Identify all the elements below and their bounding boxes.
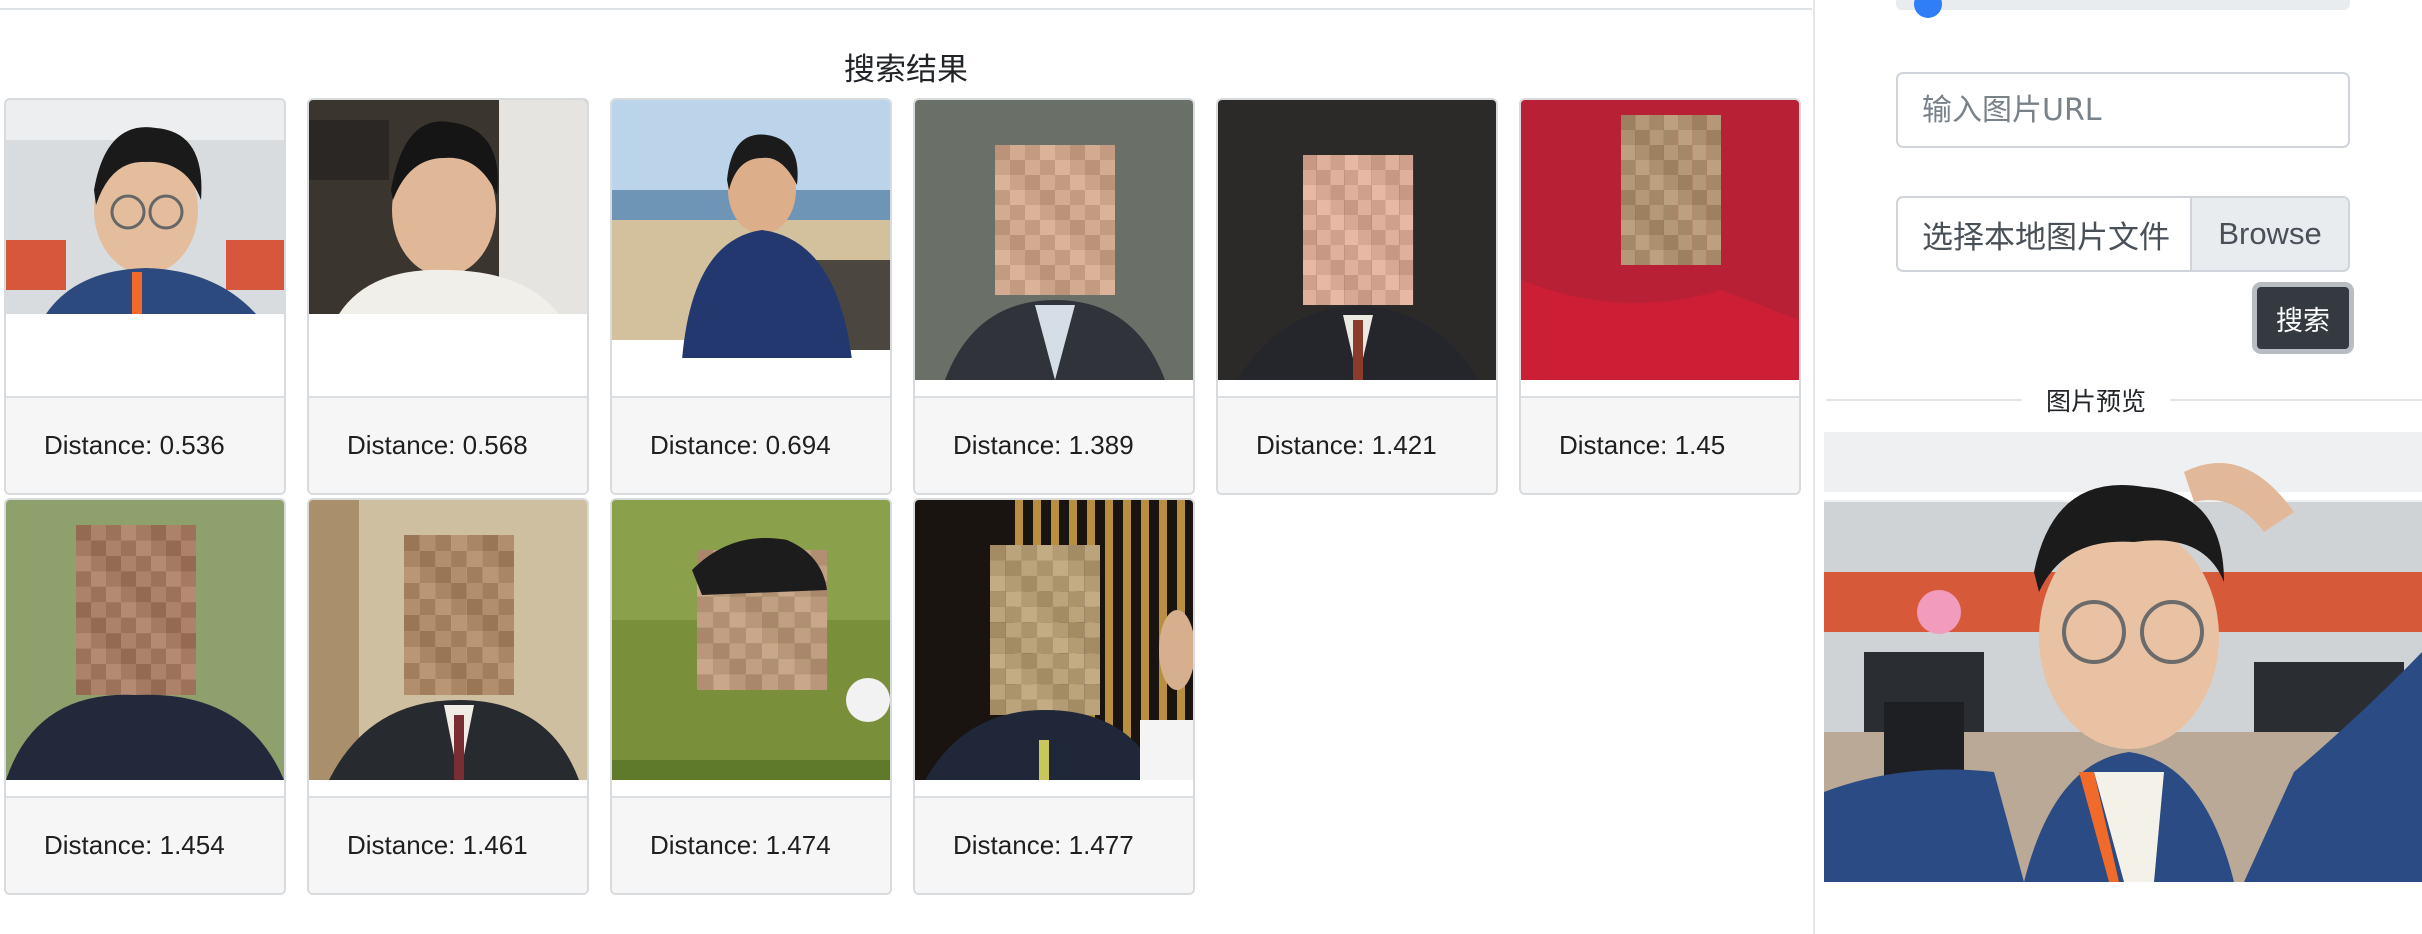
- file-picker-label[interactable]: 选择本地图片文件: [1898, 198, 2190, 270]
- result-card[interactable]: Distance: 1.454: [4, 498, 286, 895]
- preview-image: [1824, 432, 2422, 882]
- result-card[interactable]: Distance: 1.474: [610, 498, 892, 895]
- threshold-slider[interactable]: [1896, 0, 2350, 10]
- image-url-input[interactable]: [1896, 72, 2350, 148]
- file-picker[interactable]: 选择本地图片文件 Browse: [1896, 196, 2350, 272]
- result-card[interactable]: Distance: 1.461: [307, 498, 589, 895]
- result-photo: [6, 100, 284, 400]
- distance-label: Distance: 1.474: [612, 796, 890, 893]
- result-photo: [612, 500, 890, 800]
- result-photo: [309, 500, 587, 800]
- distance-label: Distance: 1.389: [915, 396, 1193, 493]
- distance-label: Distance: 1.454: [6, 796, 284, 893]
- result-photo: [915, 500, 1193, 800]
- result-card[interactable]: Distance: 1.45: [1519, 98, 1801, 495]
- distance-label: Distance: 0.568: [309, 396, 587, 493]
- distance-label: Distance: 0.536: [6, 396, 284, 493]
- top-divider: [0, 8, 1812, 10]
- result-photo: [309, 100, 587, 400]
- result-card[interactable]: Distance: 0.694: [610, 98, 892, 495]
- result-card[interactable]: Distance: 1.389: [913, 98, 1195, 495]
- result-photo: [915, 100, 1193, 400]
- distance-label: Distance: 0.694: [612, 396, 890, 493]
- panel-divider: [1813, 0, 1815, 934]
- result-photo: [6, 500, 284, 800]
- result-card[interactable]: Distance: 1.477: [913, 498, 1195, 895]
- result-card[interactable]: Distance: 0.568: [307, 98, 589, 495]
- slider-thumb[interactable]: [1914, 0, 1942, 18]
- result-card[interactable]: Distance: 1.421: [1216, 98, 1498, 495]
- result-card[interactable]: Distance: 0.536: [4, 98, 286, 495]
- browse-button[interactable]: Browse: [2190, 198, 2348, 270]
- result-photo: [1218, 100, 1496, 400]
- results-title: 搜索结果: [844, 52, 968, 88]
- result-photo: [1521, 100, 1799, 400]
- distance-label: Distance: 1.477: [915, 796, 1193, 893]
- distance-label: Distance: 1.45: [1521, 396, 1799, 493]
- preview-legend: 图片预览: [2022, 382, 2171, 418]
- distance-label: Distance: 1.421: [1218, 396, 1496, 493]
- distance-label: Distance: 1.461: [309, 796, 587, 893]
- result-photo: [612, 100, 890, 400]
- search-button[interactable]: 搜索: [2252, 282, 2354, 354]
